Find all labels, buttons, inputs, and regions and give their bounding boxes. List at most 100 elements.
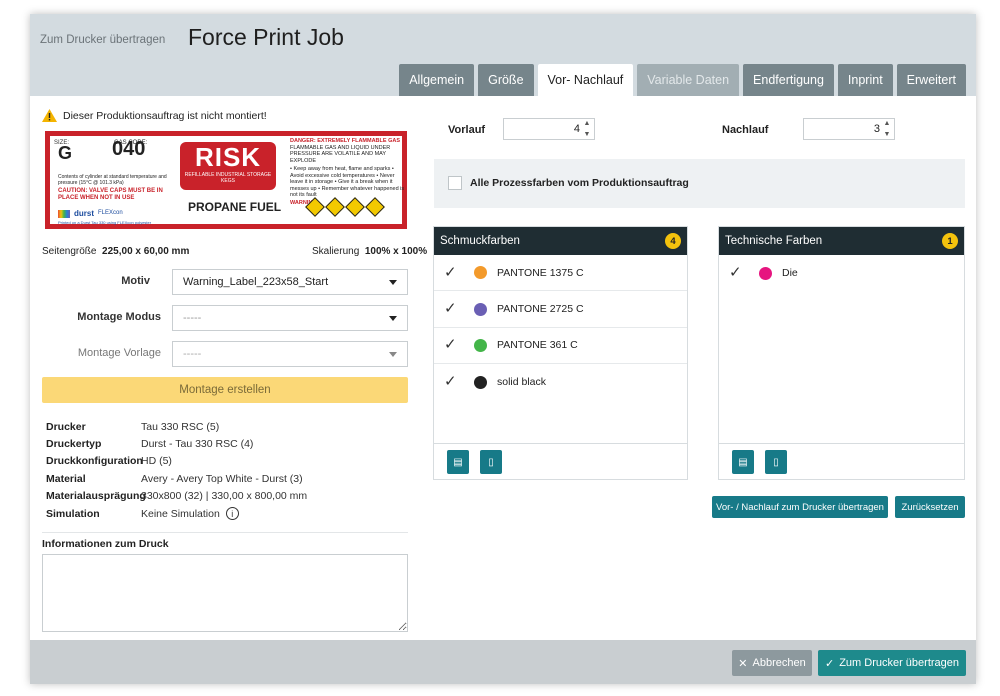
info-row: Materialausprägung 330x800 (32) | 330,00 … (46, 488, 307, 505)
vorlauf-label: Vorlauf (448, 124, 486, 136)
preview-gas-code-value: 040 (112, 138, 146, 160)
tab-vor-nachlauf[interactable]: Vor- Nachlauf (537, 64, 634, 96)
preview-danger-sub: FLAMMABLE GAS AND LIQUID UNDER PRESSURE … (290, 144, 391, 164)
risk-text: RISK (194, 142, 262, 172)
chevron-down-icon[interactable]: ▼ (584, 131, 591, 138)
deselect-all-icon[interactable]: ▯ (765, 450, 787, 474)
force-print-dialog: Zum Drucker übertragen Force Print Job A… (30, 14, 976, 684)
warning-text: Dieser Produktionsauftrag ist nicht mont… (63, 109, 267, 122)
hazard-cold-icon (345, 197, 365, 217)
info-row: Material Avery - Avery Top White - Durst … (46, 470, 307, 487)
chevron-down-icon[interactable]: ▼ (884, 131, 891, 138)
preview-printed-on: Printed on a Durst Tau 330 using FLEXcon… (58, 220, 152, 225)
technical-colors-panel: Technische Farben 1 ✓ Die ▤ ▯ (718, 226, 965, 480)
preview-right-block: DANGER: EXTREMELY FLAMMABLE GAS FLAMMABL… (290, 138, 405, 206)
hazard-flame-icon (305, 197, 325, 217)
cancel-button[interactable]: ✕ Abbrechen (732, 650, 812, 676)
preview-left-block: SIZE: G GAS CODE: 040 Contents of cylind… (54, 138, 169, 225)
cancel-button-label: Abbrechen (752, 657, 806, 669)
scale: Skalierung 100% x 100% (312, 246, 427, 257)
checkmark-icon[interactable]: ✓ (444, 301, 460, 317)
transfer-pre-post-button[interactable]: Vor- / Nachlauf zum Drucker übertragen (712, 496, 888, 518)
hazard-icons (305, 197, 385, 217)
info-key: Simulation (46, 507, 100, 520)
spot-colors-title: Schmuckfarben (440, 235, 520, 247)
chevron-down-icon (389, 279, 397, 285)
scale-value: 100% x 100% (364, 246, 428, 257)
vorlauf-value: 4 (573, 123, 580, 135)
montage-vorlage-value: ----- (183, 348, 202, 360)
scale-label: Skalierung (312, 246, 360, 257)
deselect-all-icon[interactable]: ▯ (480, 450, 502, 474)
select-all-icon[interactable]: ▤ (732, 450, 754, 474)
info-row: Drucker Tau 330 RSC (5) (46, 418, 307, 435)
simulation-value: Keine Simulation (141, 507, 220, 520)
select-all-icon[interactable]: ▤ (447, 450, 469, 474)
color-name: Die (782, 267, 798, 280)
tab-erweitert[interactable]: Erweitert (896, 64, 966, 96)
chevron-up-icon[interactable]: ▲ (884, 120, 891, 127)
montage-modus-value: ----- (183, 312, 202, 324)
montage-modus-select[interactable]: ----- (172, 305, 408, 331)
tab-endfertigung[interactable]: Endfertigung (743, 64, 834, 96)
vorlauf-input[interactable]: 4 ▲ ▼ (503, 118, 595, 140)
info-key: Druckkonfiguration (46, 455, 143, 468)
spot-colors-list: ✓ PANTONE 1375 C ✓ PANTONE 2725 C ✓ PANTONE… (434, 255, 687, 401)
color-swatch (474, 338, 487, 352)
page-title: Force Print Job (188, 24, 344, 50)
list-item[interactable]: ✓ solid black (434, 364, 687, 400)
montage-create-button[interactable]: Montage erstellen (42, 377, 408, 403)
info-value: HD (5) (141, 455, 172, 468)
motiv-select[interactable]: Warning_Label_223x58_Start (172, 269, 408, 295)
preview-danger: DANGER: EXTREMELY FLAMMABLE GAS (290, 138, 401, 144)
list-item[interactable]: ✓ PANTONE 2725 C (434, 291, 687, 328)
chevron-down-icon (389, 315, 397, 321)
nachlauf-spinner[interactable]: ▲ ▼ (882, 120, 892, 138)
checkmark-icon[interactable]: ✓ (729, 265, 745, 281)
submit-button-label: Zum Drucker übertragen (839, 657, 960, 669)
tab-variable-daten: Variable Daten (637, 64, 740, 96)
close-icon: ✕ (738, 657, 748, 670)
preview-bullets: • Keep away from heat, flame and sparks … (290, 166, 405, 198)
chevron-up-icon[interactable]: ▲ (584, 120, 591, 127)
info-row: Druckertyp Durst - Tau 330 RSC (4) (46, 435, 307, 452)
logo-flexcon: FLEXcon (98, 210, 123, 216)
checkmark-icon[interactable]: ✓ (444, 264, 460, 281)
list-item[interactable]: ✓ PANTONE 361 C (434, 328, 687, 365)
spot-colors-header: Schmuckfarben 4 (434, 227, 687, 255)
checkmark-icon[interactable]: ✓ (444, 337, 460, 353)
page-size-label: Seitengröße (42, 246, 97, 257)
printer-info: Drucker Tau 330 RSC (5) Druckertyp Durst -… (46, 418, 307, 522)
reset-button[interactable]: Zurücksetzen (895, 496, 965, 518)
checkmark-icon[interactable]: ✓ (444, 374, 460, 390)
breadcrumb[interactable]: Zum Drucker übertragen (40, 34, 165, 46)
list-item[interactable]: ✓ Die (719, 255, 964, 291)
info-row: Simulation Keine Simulation i (46, 505, 307, 522)
montage-vorlage-label: Montage Vorlage (77, 347, 161, 359)
tab-allgemein[interactable]: Allgemein (399, 64, 475, 96)
hazard-exclamation-icon (325, 197, 345, 217)
motiv-value: Warning_Label_223x58_Start (183, 276, 329, 288)
list-item[interactable]: ✓ PANTONE 1375 C (434, 255, 687, 292)
all-process-colors-box: Alle Prozessfarben vom Produktionsauftra… (434, 159, 965, 208)
risk-sub: REFILLABLE INDUSTRIAL STORAGE KEGS (184, 172, 272, 184)
notes-textarea[interactable] (42, 554, 408, 632)
all-process-colors-checkbox[interactable] (448, 176, 462, 190)
color-name: PANTONE 1375 C (497, 266, 584, 279)
info-row: Druckkonfiguration HD (5) (46, 453, 307, 470)
nachlauf-input[interactable]: 3 ▲ ▼ (803, 118, 895, 140)
color-name: solid black (497, 376, 547, 389)
logo-durst: durst (74, 209, 94, 218)
info-icon[interactable]: i (225, 507, 239, 521)
info-value: Durst - Tau 330 RSC (4) (141, 438, 254, 451)
vorlauf-spinner[interactable]: ▲ ▼ (582, 120, 592, 138)
notes-label: Informationen zum Druck (42, 538, 169, 550)
spot-colors-count-badge: 4 (665, 233, 681, 249)
montage-vorlage-select: ----- (172, 341, 408, 367)
submit-to-printer-button[interactable]: ✓ Zum Drucker übertragen (818, 650, 966, 676)
spot-colors-panel: Schmuckfarben 4 ✓ PANTONE 1375 C ✓ PANTONE… (433, 226, 688, 480)
tab-inprint[interactable]: Inprint (837, 64, 893, 96)
all-process-colors-label: Alle Prozessfarben vom Produktionsauftra… (470, 177, 689, 189)
spot-colors-footer: ▤ ▯ (434, 443, 687, 479)
tab-groesse[interactable]: Größe (478, 64, 534, 96)
